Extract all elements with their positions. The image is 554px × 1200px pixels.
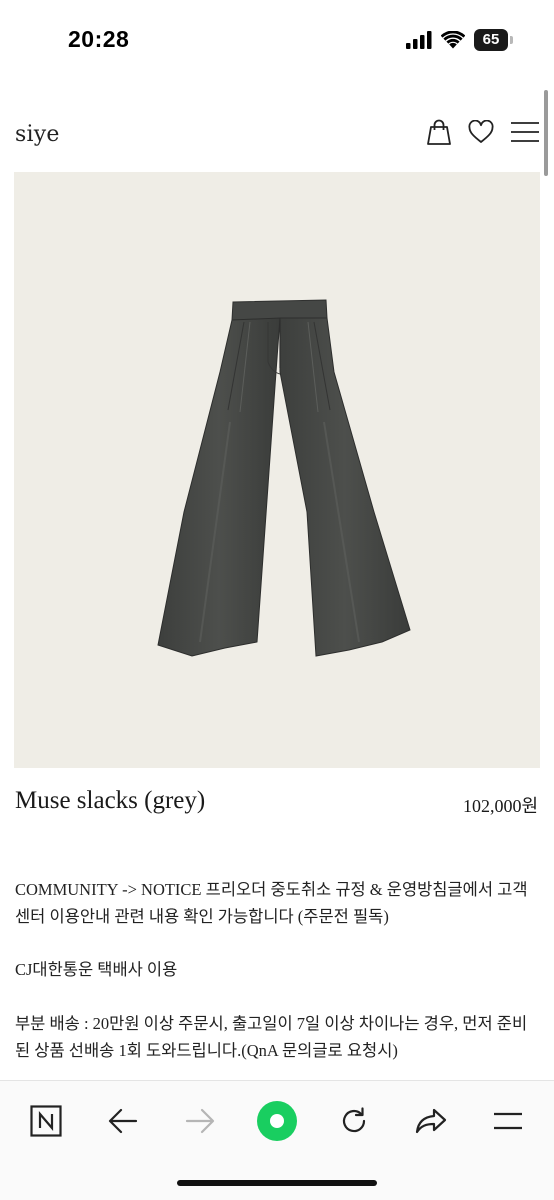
heart-icon[interactable] — [468, 120, 494, 144]
notice-text: COMMUNITY -> NOTICE 프리오더 중도취소 규정 & 운영방침글… — [15, 876, 541, 930]
green-dot-icon — [257, 1101, 297, 1141]
back-arrow-icon — [108, 1108, 138, 1134]
refresh-icon — [342, 1107, 366, 1133]
status-bar: 20:28 65 — [0, 0, 554, 82]
status-time: 20:28 — [68, 26, 130, 52]
battery-icon: 65 — [474, 29, 513, 51]
naver-n-icon — [30, 1105, 62, 1137]
slacks-illustration — [157, 299, 411, 657]
home-indicator[interactable] — [177, 1180, 377, 1186]
partial-shipping-paragraph: 부분 배송 : 20만원 이상 주문시, 출고일이 7일 이상 차이나는 경우,… — [15, 1014, 528, 1060]
cellular-signal-icon — [406, 31, 432, 49]
notice-paragraph: COMMUNITY -> NOTICE 프리오더 중도취소 규정 & 운영방침글… — [15, 880, 528, 926]
product-price: 102,000원 — [462, 796, 538, 816]
menu-icon[interactable] — [510, 121, 540, 143]
forward-arrow-icon — [185, 1108, 215, 1134]
forward-button[interactable] — [178, 1099, 222, 1143]
browser-menu-button[interactable] — [486, 1099, 530, 1143]
courier-paragraph: CJ대한통운 택배사 이용 — [15, 960, 178, 979]
site-header: siye — [0, 108, 554, 160]
green-dot-button[interactable] — [255, 1099, 299, 1143]
naver-home-button[interactable] — [24, 1099, 68, 1143]
product-image[interactable] — [14, 172, 540, 768]
site-logo[interactable]: siye — [15, 122, 60, 147]
shopping-bag-icon[interactable] — [426, 118, 452, 146]
wifi-icon — [441, 31, 465, 49]
share-icon — [415, 1108, 447, 1134]
product-name: Muse slacks (grey) — [15, 787, 206, 814]
status-icons: 65 — [406, 29, 513, 51]
partial-shipping-text: 부분 배송 : 20만원 이상 주문시, 출고일이 7일 이상 차이나는 경우,… — [15, 1010, 541, 1064]
menu-icon — [494, 1112, 522, 1130]
refresh-button[interactable] — [332, 1099, 376, 1143]
courier-text: CJ대한통운 택배사 이용 — [15, 956, 541, 983]
share-button[interactable] — [409, 1099, 453, 1143]
header-icons — [426, 118, 540, 146]
back-button[interactable] — [101, 1099, 145, 1143]
